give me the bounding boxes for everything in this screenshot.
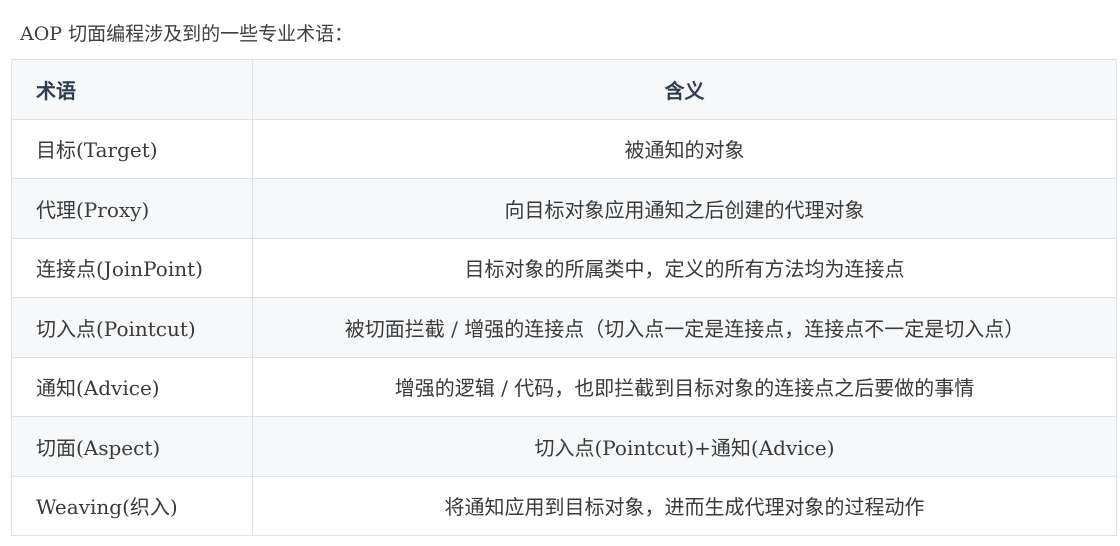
table-row: 切面(Aspect) 切入点(Pointcut)+通知(Advice)	[11, 416, 1117, 477]
term-cell: 通知(Advice)	[11, 356, 253, 417]
intro-text: AOP 切面编程涉及到的一些专业术语：	[20, 23, 354, 45]
meaning-cell: 将通知应用到目标对象，进而生成代理对象的过程动作	[252, 475, 1117, 536]
term-cell: 切入点(Pointcut)	[11, 297, 253, 358]
meaning-cell: 向目标对象应用通知之后创建的代理对象	[252, 178, 1117, 239]
table-row: 通知(Advice) 增强的逻辑 / 代码，也即拦截到目标对象的连接点之后要做的…	[11, 356, 1117, 417]
table-row: 目标(Target) 被通知的对象	[11, 118, 1117, 179]
term-cell: 代理(Proxy)	[11, 178, 253, 239]
meaning-cell: 被通知的对象	[252, 118, 1117, 179]
table-row: 连接点(JoinPoint) 目标对象的所属类中，定义的所有方法均为连接点	[11, 237, 1117, 298]
term-cell: 切面(Aspect)	[11, 416, 253, 477]
header-meaning: 含义	[252, 59, 1117, 120]
meaning-cell: 目标对象的所属类中，定义的所有方法均为连接点	[252, 237, 1117, 298]
term-cell: Weaving(织入)	[11, 475, 253, 536]
term-cell: 目标(Target)	[11, 118, 253, 179]
terms-table: 术语 含义 目标(Target) 被通知的对象 代理(Proxy) 向目标对象应…	[11, 59, 1117, 536]
header-term: 术语	[11, 59, 253, 120]
table-row: Weaving(织入) 将通知应用到目标对象，进而生成代理对象的过程动作	[11, 475, 1117, 536]
term-cell: 连接点(JoinPoint)	[11, 237, 253, 298]
meaning-cell: 增强的逻辑 / 代码，也即拦截到目标对象的连接点之后要做的事情	[252, 356, 1117, 417]
table-header-row: 术语 含义	[11, 59, 1117, 120]
table-row: 切入点(Pointcut) 被切面拦截 / 增强的连接点（切入点一定是连接点，连…	[11, 297, 1117, 358]
meaning-cell: 被切面拦截 / 增强的连接点（切入点一定是连接点，连接点不一定是切入点）	[252, 297, 1117, 358]
table-row: 代理(Proxy) 向目标对象应用通知之后创建的代理对象	[11, 178, 1117, 239]
meaning-cell: 切入点(Pointcut)+通知(Advice)	[252, 416, 1117, 477]
